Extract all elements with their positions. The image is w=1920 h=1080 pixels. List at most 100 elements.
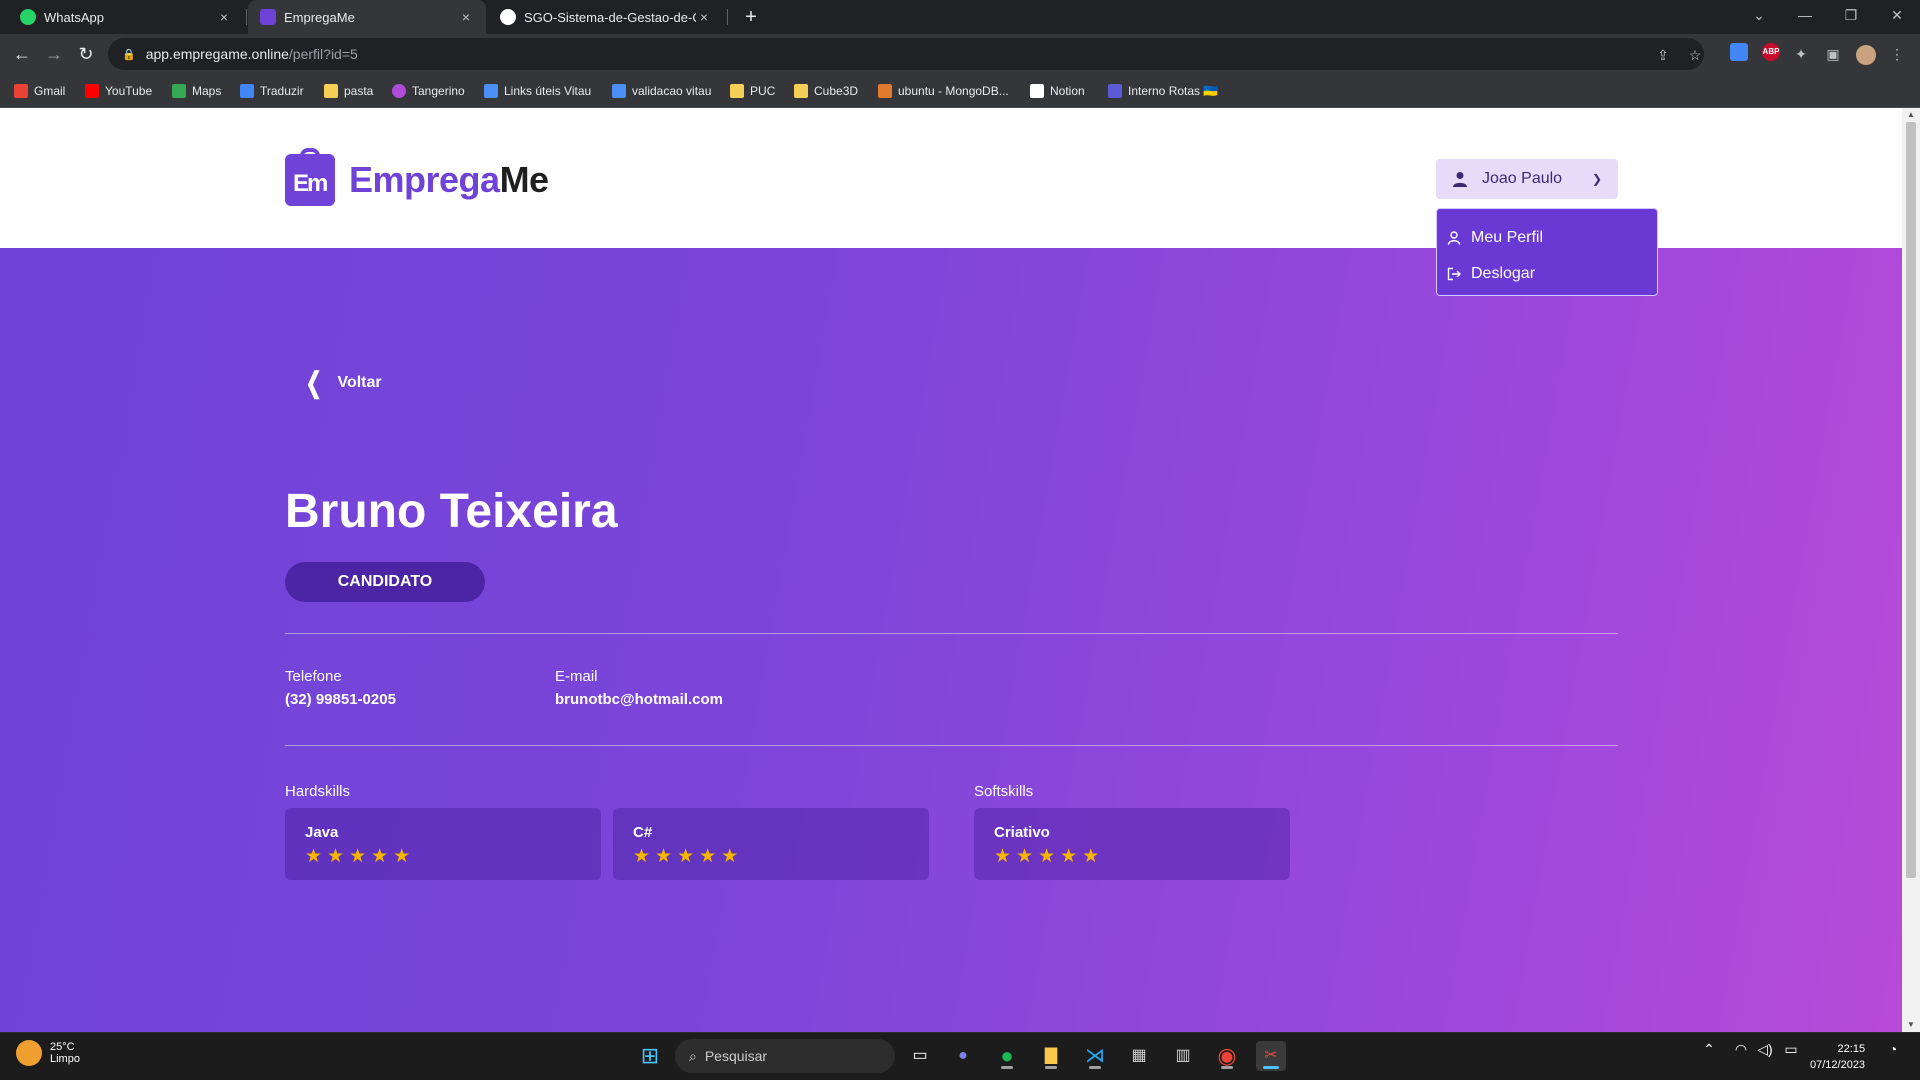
bookmark-notion[interactable]: Notion bbox=[1030, 83, 1085, 99]
moon-weather-icon bbox=[16, 1040, 42, 1066]
star-icon: ★ bbox=[1082, 846, 1100, 867]
bookmark-cube3d[interactable]: Cube3D bbox=[794, 83, 858, 99]
star-rating: ★ ★ ★ ★ ★ bbox=[994, 847, 1270, 867]
adblock-extension-icon[interactable]: ABP bbox=[1762, 43, 1780, 61]
back-arrow-icon[interactable]: ← bbox=[8, 40, 36, 68]
email-label: E-mail bbox=[555, 668, 598, 685]
minimize-icon[interactable]: — bbox=[1782, 0, 1828, 30]
bookmark-validacao-vitau[interactable]: validacao vitau bbox=[612, 83, 711, 99]
bookmark-youtube[interactable]: YouTube bbox=[85, 83, 152, 99]
gmail-icon bbox=[14, 84, 28, 98]
chrome-icon[interactable]: ◉ bbox=[1212, 1041, 1242, 1071]
close-window-icon[interactable]: ✕ bbox=[1874, 0, 1920, 30]
divider bbox=[285, 745, 1618, 746]
restore-icon[interactable]: ❐ bbox=[1828, 0, 1874, 30]
battery-icon[interactable]: ▭ bbox=[1780, 1041, 1802, 1058]
folder-icon bbox=[324, 84, 338, 98]
url-host: app.empregame.online bbox=[145, 46, 289, 62]
bookmark-interno-rotas[interactable]: Interno Rotas 🇺🇦 bbox=[1108, 83, 1218, 99]
bookmark-tangerino[interactable]: Tangerino bbox=[392, 83, 465, 99]
scroll-down-icon[interactable]: ▼ bbox=[1902, 1018, 1920, 1032]
email-field: E-mail brunotbc@hotmail.com bbox=[555, 668, 723, 708]
phone-value: (32) 99851-0205 bbox=[285, 691, 396, 708]
wifi-icon[interactable]: ◠ bbox=[1730, 1041, 1752, 1058]
bookmark-maps[interactable]: Maps bbox=[172, 83, 221, 99]
tab-whatsapp[interactable]: WhatsApp × bbox=[8, 0, 244, 34]
folder-icon bbox=[794, 84, 808, 98]
close-tab-icon[interactable]: × bbox=[458, 9, 474, 25]
menu-item-meu-perfil[interactable]: Meu Perfil bbox=[1447, 225, 1647, 251]
bookmark-ubuntu-mongodb[interactable]: ubuntu - MongoDB... bbox=[878, 83, 1009, 99]
phone-label: Telefone bbox=[285, 668, 342, 685]
star-rating: ★ ★ ★ ★ ★ bbox=[633, 847, 909, 867]
bookmark-label: YouTube bbox=[105, 84, 153, 98]
back-link[interactable]: ❮ Voltar bbox=[302, 366, 382, 399]
scroll-up-icon[interactable]: ▲ bbox=[1902, 108, 1920, 122]
weather-desc: Limpo bbox=[50, 1053, 80, 1065]
user-icon bbox=[1453, 172, 1467, 187]
star-icon: ★ bbox=[1016, 846, 1034, 867]
bookmark-label: Maps bbox=[192, 84, 222, 98]
app-logo[interactable]: Em EmpregaMe bbox=[285, 148, 549, 206]
bookmark-pasta[interactable]: pasta bbox=[324, 83, 373, 99]
emprega-me-icon bbox=[260, 9, 276, 25]
bookmark-links-vitau[interactable]: Links úteis Vitau bbox=[484, 83, 591, 99]
bookmark-label: PUC bbox=[750, 84, 776, 98]
vitau-icon bbox=[612, 84, 626, 98]
skill-name: Java bbox=[305, 824, 339, 841]
vscode-icon[interactable]: ⋊ bbox=[1080, 1041, 1110, 1071]
scroll-thumb[interactable] bbox=[1906, 122, 1916, 878]
skill-card-csharp: C# ★ ★ ★ ★ ★ bbox=[613, 808, 929, 880]
new-tab-button[interactable]: + bbox=[738, 4, 764, 30]
tray-overflow-icon[interactable]: ⌃ bbox=[1698, 1041, 1720, 1058]
bookmark-traduzir[interactable]: Traduzir bbox=[240, 83, 304, 99]
running-indicator bbox=[1089, 1066, 1101, 1069]
menu-item-deslogar[interactable]: Deslogar bbox=[1447, 261, 1647, 287]
star-icon: ★ bbox=[349, 846, 367, 867]
close-tab-icon[interactable]: × bbox=[696, 9, 712, 25]
tab-empregame[interactable]: EmpregaMe × bbox=[248, 0, 486, 34]
page-scrollbar[interactable]: ▲ ▼ bbox=[1902, 108, 1920, 1032]
divider bbox=[285, 633, 1618, 634]
profile-avatar[interactable] bbox=[1856, 45, 1876, 65]
tab-separator bbox=[727, 9, 728, 25]
spotify-icon[interactable]: ● bbox=[992, 1041, 1022, 1071]
extensions-puzzle-icon[interactable]: ✦ bbox=[1792, 45, 1810, 63]
close-tab-icon[interactable]: × bbox=[216, 9, 232, 25]
weather-widget[interactable]: 25°C Limpo bbox=[16, 1040, 80, 1066]
calculator-icon[interactable]: ▦ bbox=[1124, 1041, 1154, 1071]
skill-name: C# bbox=[633, 824, 653, 841]
notification-bell-icon[interactable]: ◔ bbox=[1882, 1041, 1904, 1057]
menu-kebab-icon[interactable]: ⋮ bbox=[1888, 45, 1906, 63]
clock-time: 22:15 bbox=[1837, 1043, 1866, 1055]
chevron-left-icon: ❮ bbox=[305, 367, 322, 398]
file-explorer-icon[interactable]: ▇ bbox=[1036, 1041, 1066, 1071]
star-icon: ★ bbox=[994, 846, 1012, 867]
bookmark-label: Tangerino bbox=[412, 84, 465, 98]
volume-icon[interactable]: ◁) bbox=[1754, 1041, 1776, 1058]
taskbar-search[interactable]: ⌕ Pesquisar bbox=[675, 1039, 895, 1073]
notion-icon bbox=[1030, 84, 1044, 98]
snipping-tool-icon[interactable]: ✂ bbox=[1256, 1041, 1286, 1071]
task-view-icon[interactable]: ▭ bbox=[905, 1041, 935, 1071]
bookmark-star-icon[interactable]: ☆ bbox=[1686, 46, 1704, 64]
tab-github[interactable]: SGO-Sistema-de-Gestao-de-ON × bbox=[488, 0, 724, 34]
rotas-icon bbox=[1108, 84, 1122, 98]
forward-arrow-icon[interactable]: → bbox=[40, 40, 68, 68]
star-icon: ★ bbox=[393, 846, 411, 867]
windows-start-icon[interactable]: ⊞ bbox=[635, 1041, 665, 1071]
translate-extension-icon[interactable] bbox=[1730, 43, 1748, 61]
tab-search-icon[interactable]: ⌄ bbox=[1736, 0, 1782, 30]
bookmark-gmail[interactable]: Gmail bbox=[14, 83, 65, 99]
share-icon[interactable]: ⇪ bbox=[1654, 46, 1672, 64]
bookmark-puc[interactable]: PUC bbox=[730, 83, 775, 99]
logo-letters: Em bbox=[293, 170, 328, 197]
teams-chat-icon[interactable]: ● bbox=[948, 1041, 978, 1071]
address-bar[interactable]: 🔒 app.empregame.online/perfil?id=5 ⇪ ☆ bbox=[108, 38, 1704, 70]
reload-icon[interactable]: ↻ bbox=[72, 40, 100, 68]
side-panel-icon[interactable]: ▣ bbox=[1824, 45, 1842, 63]
user-menu-button[interactable]: Joao Paulo ❯ bbox=[1436, 159, 1618, 199]
star-icon: ★ bbox=[721, 846, 739, 867]
system-clock[interactable]: 22:15 07/12/2023 bbox=[1810, 1041, 1865, 1073]
barcode-app-icon[interactable]: ▥ bbox=[1168, 1041, 1198, 1071]
